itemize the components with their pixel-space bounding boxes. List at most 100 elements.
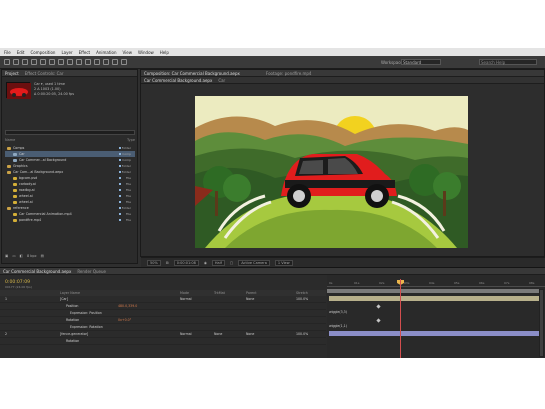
menu-window[interactable]: Window — [138, 50, 154, 55]
label-color-swatch[interactable] — [119, 201, 121, 203]
new-folder-icon[interactable]: ▭ — [12, 254, 15, 258]
label-color-swatch[interactable] — [119, 195, 121, 197]
label-color-swatch[interactable] — [119, 213, 121, 215]
subtab-car[interactable]: Car — [218, 78, 225, 83]
pan-behind-tool-icon[interactable] — [49, 59, 55, 65]
footage-icon — [13, 182, 17, 186]
layer-mode[interactable]: Normal — [180, 297, 192, 301]
layer-row-fence[interactable]: 2 [fence-generator] Normal None None 100… — [0, 331, 326, 338]
layer-duration-bar-car[interactable] — [329, 296, 541, 301]
hand-tool-icon[interactable] — [13, 59, 19, 65]
rotate-tool-icon[interactable] — [31, 59, 37, 65]
clone-tool-icon[interactable] — [94, 59, 100, 65]
subtab-background[interactable]: Car Commercial Background.aepx — [144, 78, 212, 83]
composition-viewer[interactable] — [195, 96, 468, 248]
keyframe[interactable] — [376, 318, 381, 323]
safe-zones-icon[interactable]: ⊞ — [166, 261, 169, 265]
menu-file[interactable]: File — [4, 50, 11, 55]
label-color-swatch[interactable] — [119, 153, 121, 155]
col-parent[interactable]: Parent — [246, 291, 257, 295]
menu-animation[interactable]: Animation — [96, 50, 116, 55]
camera-tool-icon[interactable] — [40, 59, 46, 65]
layer-trkmat[interactable]: None — [214, 332, 222, 336]
search-help-input[interactable]: Search Help — [479, 59, 537, 65]
project-search-input[interactable] — [5, 130, 135, 135]
pen-tool-icon[interactable] — [67, 59, 73, 65]
label-color-swatch[interactable] — [119, 165, 121, 167]
new-comp-icon[interactable]: ◧ — [20, 254, 23, 258]
view-select[interactable]: Active Camera — [238, 259, 270, 266]
views-layout-select[interactable]: 1 View — [274, 259, 293, 266]
tab-footage[interactable]: Footage: pondfire.mp4 — [266, 71, 312, 76]
type-tool-icon[interactable] — [76, 59, 82, 65]
column-type[interactable]: Type — [127, 138, 135, 143]
timeline-scrollbar[interactable] — [539, 289, 544, 357]
menu-help[interactable]: Help — [160, 50, 169, 55]
label-color-swatch[interactable] — [119, 219, 121, 221]
property-row-position[interactable]: Position 480.0,339.0 — [0, 303, 326, 310]
layer-parent[interactable]: None — [246, 297, 254, 301]
roto-tool-icon[interactable] — [112, 59, 118, 65]
menu-edit[interactable]: Edit — [17, 50, 25, 55]
col-mode[interactable]: Mode — [180, 291, 189, 295]
zoom-tool-icon[interactable] — [22, 59, 28, 65]
expression-row-position[interactable]: Expression: Position — [0, 310, 326, 317]
bit-depth-label[interactable]: 8 bpc — [27, 254, 37, 258]
property-row-rotation[interactable]: Rotation 0x+0.0° — [0, 317, 326, 324]
property-value[interactable]: 0x+0.0° — [118, 318, 131, 322]
region-of-interest-icon[interactable]: ▢ — [230, 261, 233, 265]
expression-text-position[interactable]: wiggle(3,3) — [329, 310, 347, 314]
time-ruler[interactable]: 0s 01s 02s 03s 04s 05s 06s 07s 08s — [327, 280, 545, 287]
tab-render-queue[interactable]: Render Queue — [77, 269, 106, 274]
col-trkmat[interactable]: TrkMat — [214, 291, 225, 295]
label-color-swatch[interactable] — [119, 189, 121, 191]
menu-view[interactable]: View — [123, 50, 133, 55]
menu-layer[interactable]: Layer — [61, 50, 72, 55]
current-time-indicator[interactable] — [400, 279, 401, 358]
col-stretch[interactable]: Stretch — [296, 291, 308, 295]
label-color-swatch[interactable] — [119, 147, 121, 149]
menu-effect[interactable]: Effect — [79, 50, 91, 55]
layer-duration-bar-fence[interactable] — [329, 331, 541, 336]
label-color-swatch[interactable] — [119, 171, 121, 173]
layer-name[interactable]: [Car] — [60, 297, 68, 301]
keyframe[interactable] — [376, 304, 381, 309]
eraser-tool-icon[interactable] — [103, 59, 109, 65]
property-value[interactable]: 480.0,339.0 — [118, 304, 137, 308]
layer-stretch[interactable]: 100.0% — [296, 297, 308, 301]
col-layer-name[interactable]: Layer Name — [60, 291, 80, 295]
timeline-graph[interactable]: 0s 01s 02s 03s 04s 05s 06s 07s 08s wiggle(3,3) w… — [327, 275, 545, 358]
expression-text-rotation[interactable]: wiggle(1,1) — [329, 324, 347, 328]
footage-icon — [13, 212, 17, 216]
column-name[interactable]: Name — [5, 138, 15, 143]
tab-composition[interactable]: Composition: Car Commercial Background.a… — [144, 71, 240, 76]
label-color-swatch[interactable] — [119, 177, 121, 179]
brush-tool-icon[interactable] — [85, 59, 91, 65]
layer-row-car[interactable]: 1 [Car] Normal None 100.0% — [0, 296, 326, 303]
work-area-bar[interactable] — [327, 289, 539, 293]
layer-name[interactable]: [fence-generator] — [60, 332, 88, 336]
tab-effect-controls[interactable]: Effect Controls: Car — [25, 71, 64, 76]
shape-tool-icon[interactable] — [58, 59, 64, 65]
property-row-rotation-2[interactable]: Rotation — [0, 338, 326, 345]
zoom-select[interactable]: 50% — [147, 259, 161, 266]
layer-stretch[interactable]: 100.0% — [296, 332, 308, 336]
puppet-tool-icon[interactable] — [121, 59, 127, 65]
current-time-field[interactable]: 0:00:01:08 — [173, 259, 199, 266]
tab-timeline-comp[interactable]: Car Commercial Background.aepx — [3, 269, 71, 274]
trash-icon[interactable]: ▤ — [41, 254, 44, 258]
resolution-select[interactable]: Half — [211, 259, 225, 266]
expression-row-rotation[interactable]: Expression: Rotation — [0, 324, 326, 331]
menu-composition[interactable]: Composition — [30, 50, 55, 55]
layer-mode[interactable]: Normal — [180, 332, 192, 336]
label-color-swatch[interactable] — [119, 183, 121, 185]
interpret-footage-icon[interactable]: ▣ — [5, 254, 8, 258]
project-item[interactable]: pondfire.mp4 File — [5, 217, 135, 223]
selection-tool-icon[interactable] — [4, 59, 10, 65]
snapshot-icon[interactable]: ◉ — [204, 261, 207, 265]
label-color-swatch[interactable] — [119, 207, 121, 209]
workspace-select[interactable]: Standard — [401, 59, 441, 65]
layer-parent[interactable]: None — [246, 332, 254, 336]
label-color-swatch[interactable] — [119, 159, 121, 161]
tab-project[interactable]: Project — [5, 71, 19, 76]
